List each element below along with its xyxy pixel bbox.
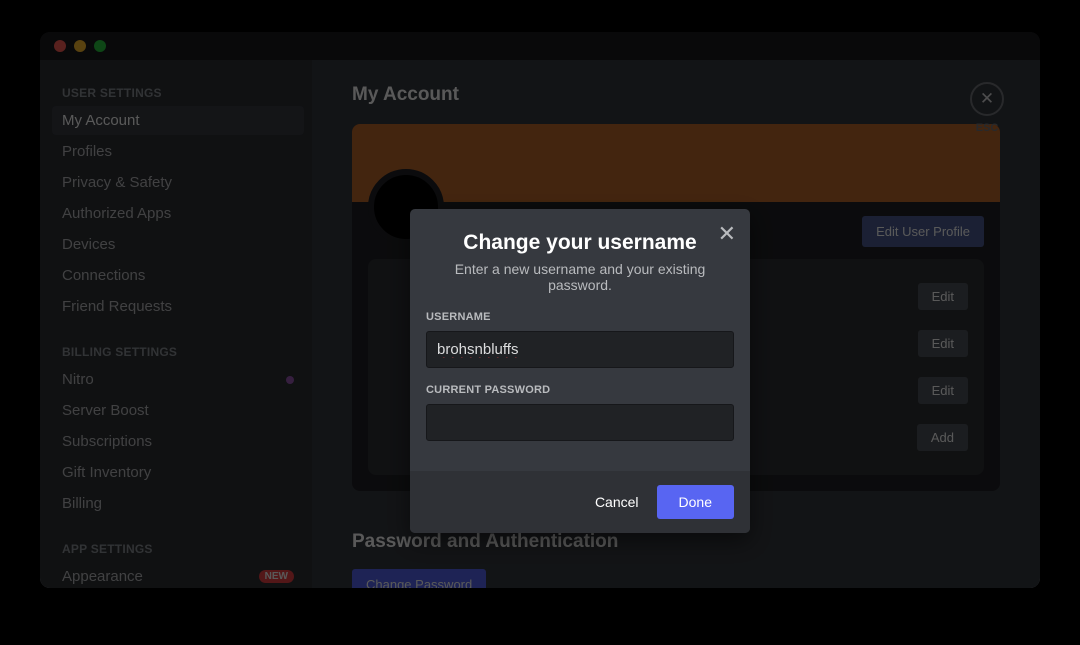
cancel-button[interactable]: Cancel — [595, 494, 639, 510]
modal-title: Change your username — [426, 231, 734, 255]
change-username-modal: ✕ Change your username Enter a new usern… — [410, 209, 750, 533]
username-label: USERNAME — [426, 311, 734, 323]
current-password-input[interactable] — [426, 404, 734, 441]
username-input[interactable] — [426, 331, 734, 368]
modal-subtitle: Enter a new username and your existing p… — [426, 261, 734, 293]
modal-close-icon[interactable]: ✕ — [718, 223, 736, 245]
app-window: USER SETTINGS My Account Profiles Privac… — [40, 32, 1040, 588]
password-label: CURRENT PASSWORD — [426, 384, 734, 396]
modal-footer: Cancel Done — [410, 471, 750, 533]
modal-body: Change your username Enter a new usernam… — [410, 209, 750, 471]
done-button[interactable]: Done — [657, 485, 734, 519]
